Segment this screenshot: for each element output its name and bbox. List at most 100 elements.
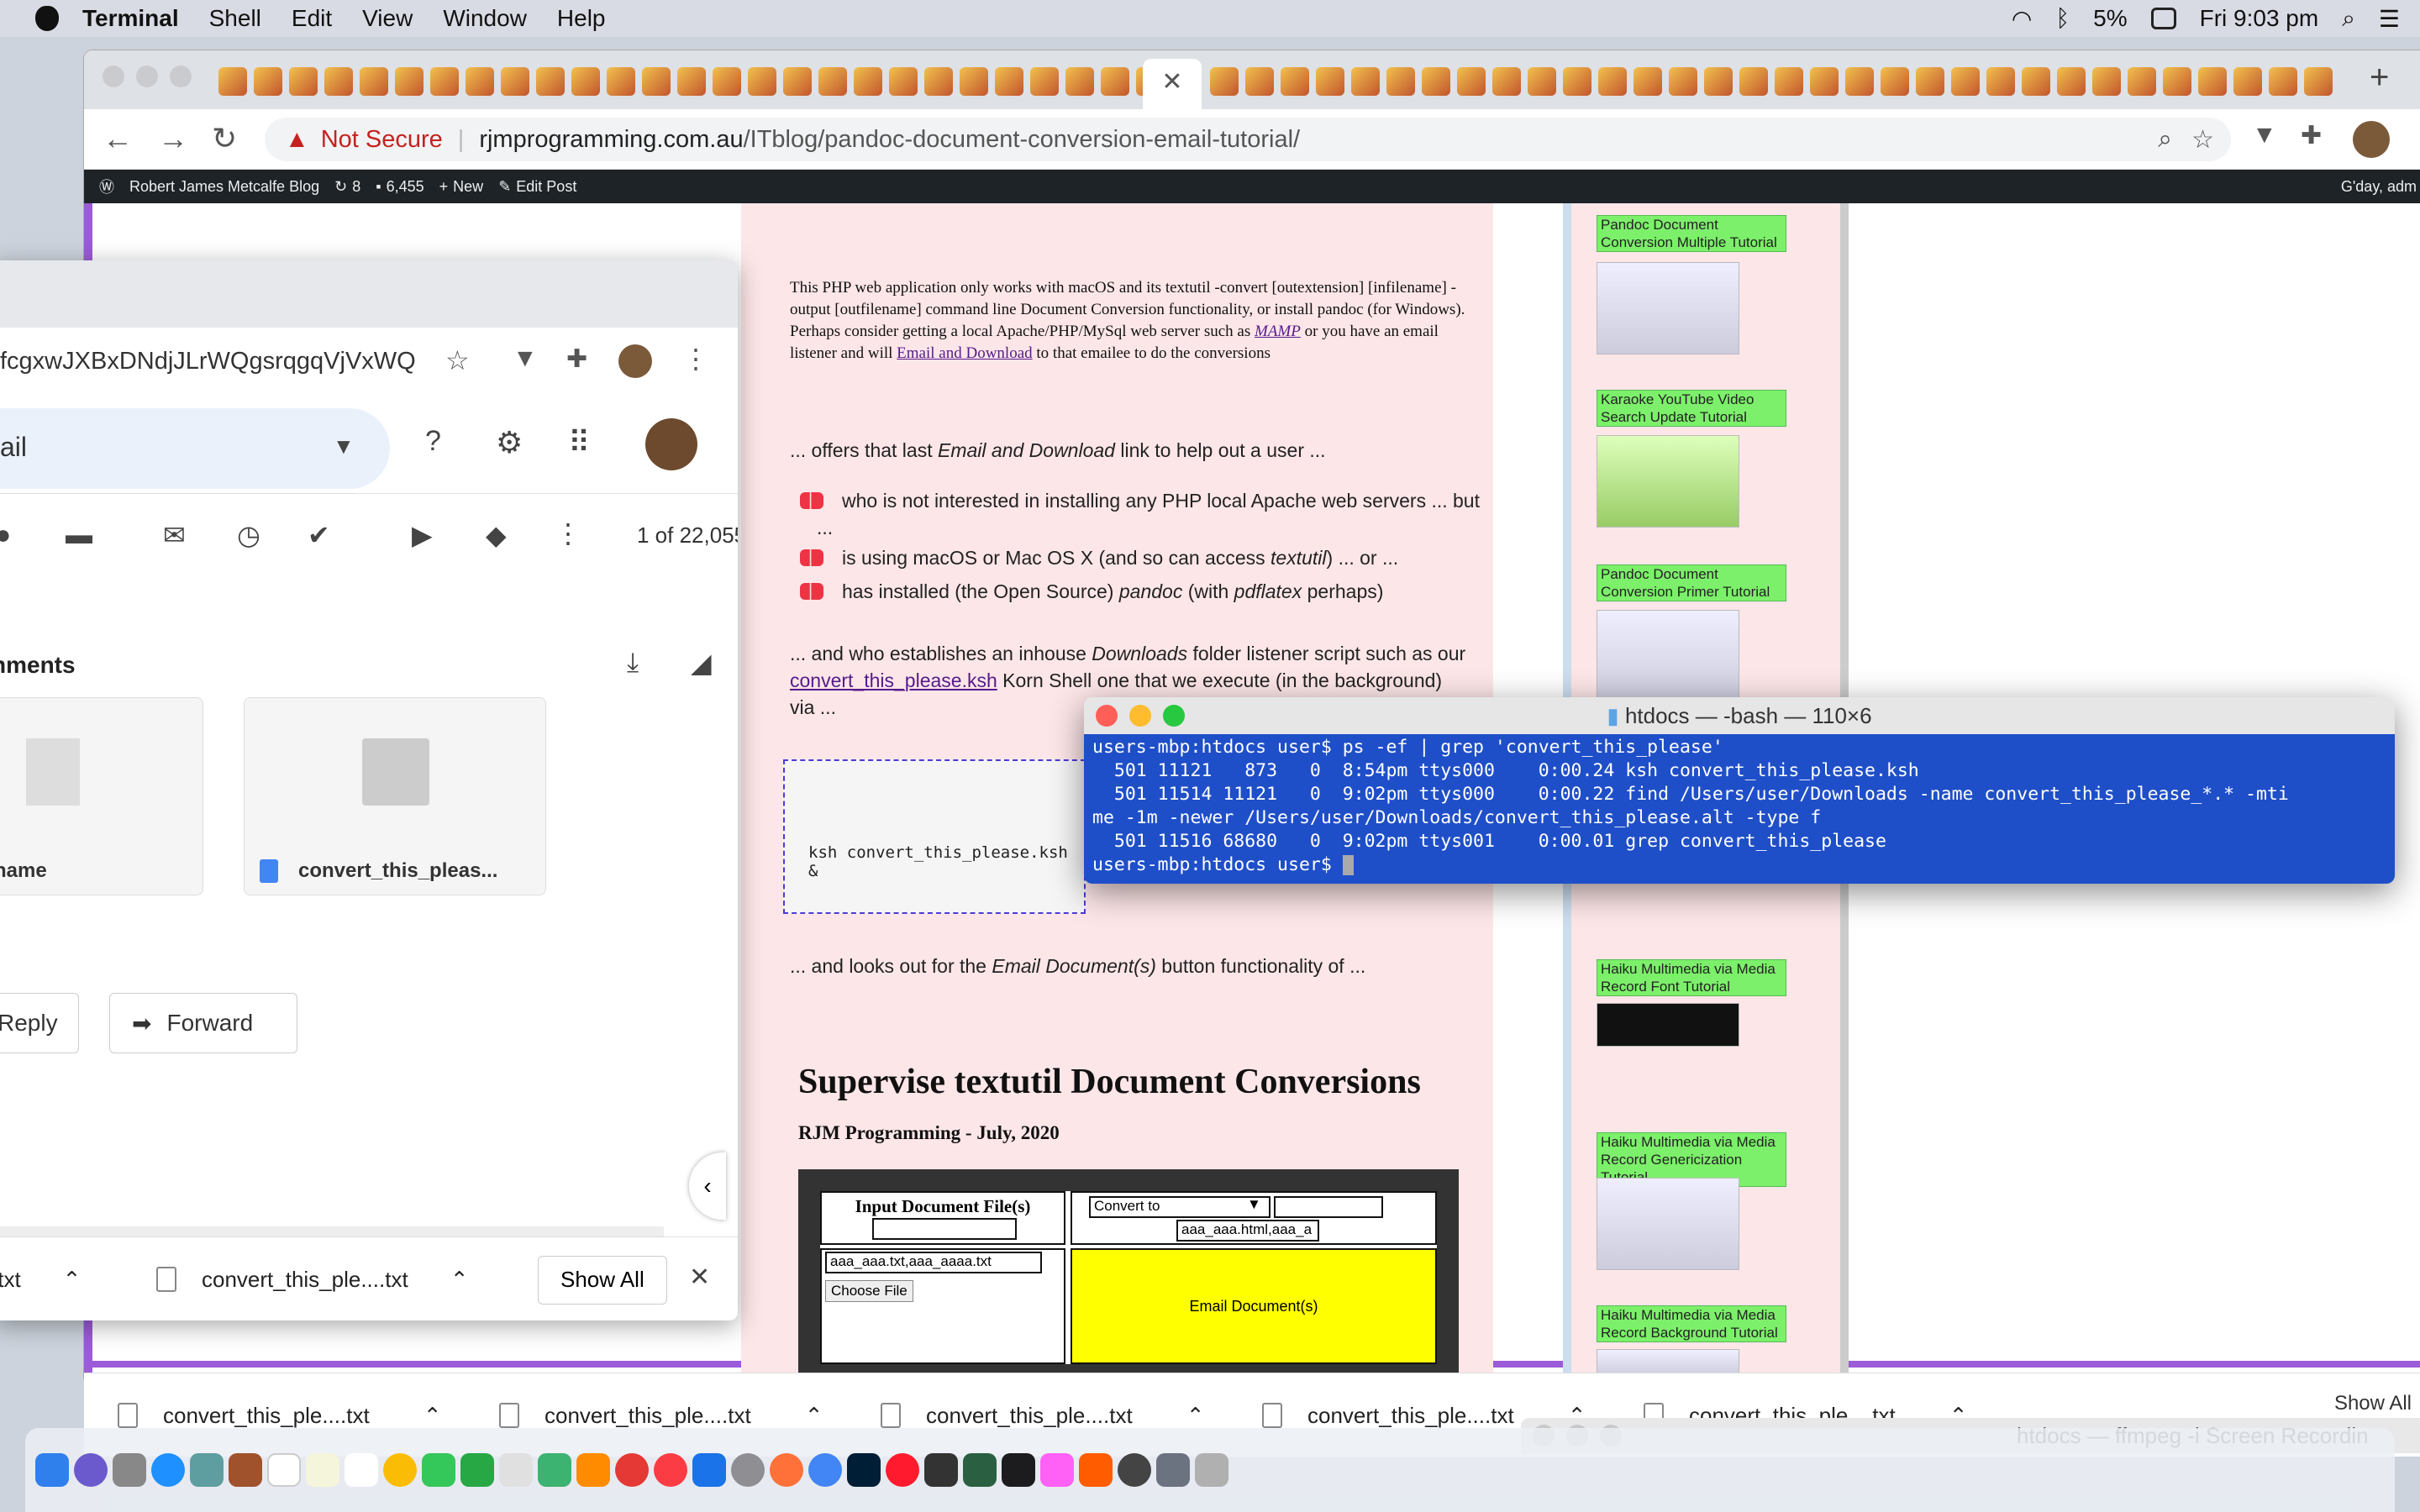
- tab-favicon[interactable]: [1386, 67, 1415, 96]
- report-spam-icon[interactable]: ●: [0, 519, 11, 550]
- notes-icon[interactable]: [306, 1453, 339, 1487]
- menu-edit[interactable]: Edit: [292, 5, 332, 32]
- news-icon[interactable]: [615, 1453, 649, 1487]
- safari-icon[interactable]: [151, 1453, 185, 1487]
- apps-grid-icon[interactable]: ⠿: [568, 425, 590, 460]
- tab-favicon[interactable]: [783, 67, 812, 96]
- comments-icon[interactable]: ▪: [376, 178, 381, 196]
- profile-avatar[interactable]: [2353, 121, 2390, 158]
- reminders-icon[interactable]: [345, 1453, 378, 1487]
- terminal-output[interactable]: users-mbp:htdocs user$ ps -ef | grep 'co…: [1084, 734, 2395, 884]
- close-icon[interactable]: ✕: [689, 1263, 710, 1292]
- apple-icon[interactable]: [35, 6, 59, 31]
- battery-percent[interactable]: 5%: [2093, 5, 2127, 32]
- related-post-thumbnail[interactable]: [1597, 1178, 1739, 1270]
- input-files-value-field[interactable]: aaa_aaa.txt,aaa_aaaa.txt: [825, 1252, 1042, 1273]
- move-to-icon[interactable]: ▶: [412, 519, 433, 551]
- chevron-up-icon[interactable]: ⌃: [424, 1403, 442, 1429]
- collapse-chevron-icon[interactable]: ‹: [689, 1152, 726, 1220]
- menu-view[interactable]: View: [362, 5, 413, 32]
- freeform-icon[interactable]: [499, 1453, 533, 1487]
- edit-post-link[interactable]: Edit Post: [516, 178, 576, 196]
- tab-favicon[interactable]: [1634, 67, 1662, 96]
- messages-icon[interactable]: [422, 1453, 455, 1487]
- zoom-window-button[interactable]: [1163, 705, 1185, 727]
- reply-button[interactable]: Reply: [0, 993, 79, 1053]
- tab-favicon[interactable]: [571, 67, 600, 96]
- new-plus-icon[interactable]: +: [439, 178, 449, 196]
- email-download-link[interactable]: Email and Download: [897, 344, 1032, 362]
- tab-favicon[interactable]: [1881, 67, 1909, 96]
- tab-favicon[interactable]: [1598, 67, 1627, 96]
- spotlight-icon[interactable]: ⌕: [2342, 5, 2355, 33]
- tab-favicon[interactable]: [2057, 67, 2086, 96]
- attachment-card[interactable]: convert_this_pleas...: [244, 697, 546, 895]
- related-post-thumbnail[interactable]: [1597, 435, 1739, 528]
- tab-favicon[interactable]: [1916, 67, 1944, 96]
- tab-favicon[interactable]: [218, 67, 247, 96]
- tab-favicon[interactable]: [2304, 67, 2333, 96]
- tab-favicon[interactable]: [1563, 67, 1591, 96]
- vivaldi-extension-icon[interactable]: ▼: [513, 344, 538, 373]
- tab-favicon[interactable]: [1422, 67, 1450, 96]
- tab-favicon[interactable]: [1669, 67, 1697, 96]
- related-post-link[interactable]: Pandoc Document Conversion Primer Tutori…: [1597, 564, 1786, 601]
- app-store-icon[interactable]: [692, 1453, 726, 1487]
- music-icon[interactable]: [654, 1453, 687, 1487]
- related-post-thumbnail[interactable]: [1597, 262, 1739, 354]
- github-icon[interactable]: [924, 1453, 958, 1487]
- extensions-puzzle-icon[interactable]: ✚: [2301, 121, 2322, 150]
- tab-favicon[interactable]: [2198, 67, 2227, 96]
- tab-favicon[interactable]: [2163, 67, 2191, 96]
- finder-icon[interactable]: [35, 1453, 69, 1487]
- bluetooth-icon[interactable]: ᛒ: [2055, 5, 2070, 32]
- tab-favicon[interactable]: [1986, 67, 2015, 96]
- tab-favicon[interactable]: [501, 67, 529, 96]
- show-all-button[interactable]: Show All: [2334, 1392, 2412, 1415]
- add-task-icon[interactable]: ✔: [308, 519, 330, 551]
- updates-count[interactable]: 8: [352, 178, 360, 196]
- tab-favicon[interactable]: [1845, 67, 1874, 96]
- show-all-button[interactable]: Show All: [538, 1256, 667, 1305]
- chrome-icon[interactable]: [808, 1453, 842, 1487]
- chevron-up-icon[interactable]: ⌃: [805, 1403, 823, 1429]
- terminal-icon[interactable]: [1002, 1453, 1035, 1487]
- related-post-link[interactable]: Haiku Multimedia via Media Record Font T…: [1597, 959, 1786, 996]
- convert-to-select[interactable]: Convert to: [1089, 1196, 1270, 1218]
- tab-favicon[interactable]: [1281, 67, 1309, 96]
- tab-favicon[interactable]: [1351, 67, 1380, 96]
- tab-favicon[interactable]: [854, 67, 882, 96]
- terminal-titlebar[interactable]: ▮ htdocs — -bash — 110×6: [1084, 697, 2395, 734]
- vivaldi-extension-icon[interactable]: ▼: [2252, 121, 2277, 150]
- menu-window[interactable]: Window: [443, 5, 527, 32]
- battery-icon[interactable]: [2150, 8, 2176, 29]
- comments-count[interactable]: 6,455: [387, 178, 424, 196]
- tab-favicon[interactable]: [395, 67, 424, 96]
- tab-favicon[interactable]: [536, 67, 565, 96]
- attachment-card[interactable]: name: [0, 697, 203, 895]
- search-text[interactable]: ail: [0, 432, 27, 463]
- zoom-icon[interactable]: ⌕: [2158, 125, 2172, 154]
- wifi-icon[interactable]: ◠: [2012, 5, 2032, 33]
- mamp-link[interactable]: MAMP: [1255, 323, 1301, 340]
- related-post-link[interactable]: Karaoke YouTube Video Search Update Tuto…: [1597, 390, 1786, 427]
- active-tab-close-icon[interactable]: ✕: [1143, 59, 1202, 109]
- tab-favicon[interactable]: [1030, 67, 1059, 96]
- tab-favicon[interactable]: [2092, 67, 2121, 96]
- control-center-icon[interactable]: ☰: [2379, 5, 2400, 33]
- profile-avatar[interactable]: [618, 344, 652, 378]
- more-menu-icon[interactable]: ⋮: [682, 343, 709, 375]
- extension-field[interactable]: [1274, 1196, 1383, 1218]
- tab-favicon[interactable]: [466, 67, 494, 96]
- choose-file-button[interactable]: Choose File: [825, 1280, 913, 1302]
- menu-help[interactable]: Help: [557, 5, 606, 32]
- trash-icon[interactable]: [1195, 1453, 1228, 1487]
- not-secure-label[interactable]: Not Secure: [321, 126, 443, 154]
- more-actions-icon[interactable]: ⋮: [555, 517, 581, 549]
- download-all-icon[interactable]: ⤓: [627, 647, 639, 679]
- reload-icon[interactable]: ↻: [212, 121, 237, 156]
- xd-icon[interactable]: [1040, 1453, 1074, 1487]
- tab-favicon[interactable]: [642, 67, 671, 96]
- back-arrow-icon[interactable]: ←: [103, 121, 133, 156]
- save-to-drive-icon[interactable]: ◢: [691, 647, 712, 679]
